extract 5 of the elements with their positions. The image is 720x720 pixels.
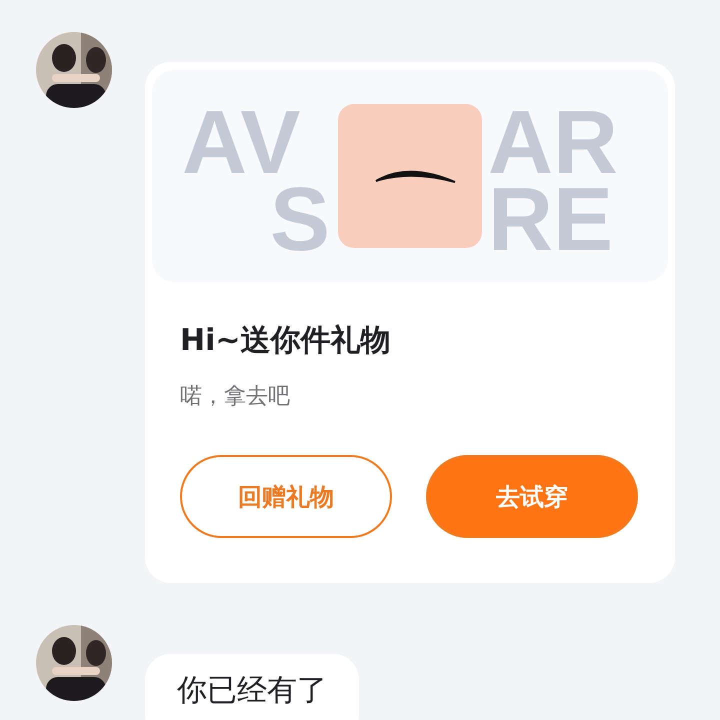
try-on-button[interactable]: 去试穿 (426, 455, 638, 538)
card-subtitle: 喏，拿去吧 (180, 383, 291, 411)
message-bubble: 你已经有了 (145, 654, 359, 720)
card-title: Hi~送你件礼物 (180, 322, 392, 360)
return-gift-button[interactable]: 回赠礼物 (180, 455, 392, 538)
